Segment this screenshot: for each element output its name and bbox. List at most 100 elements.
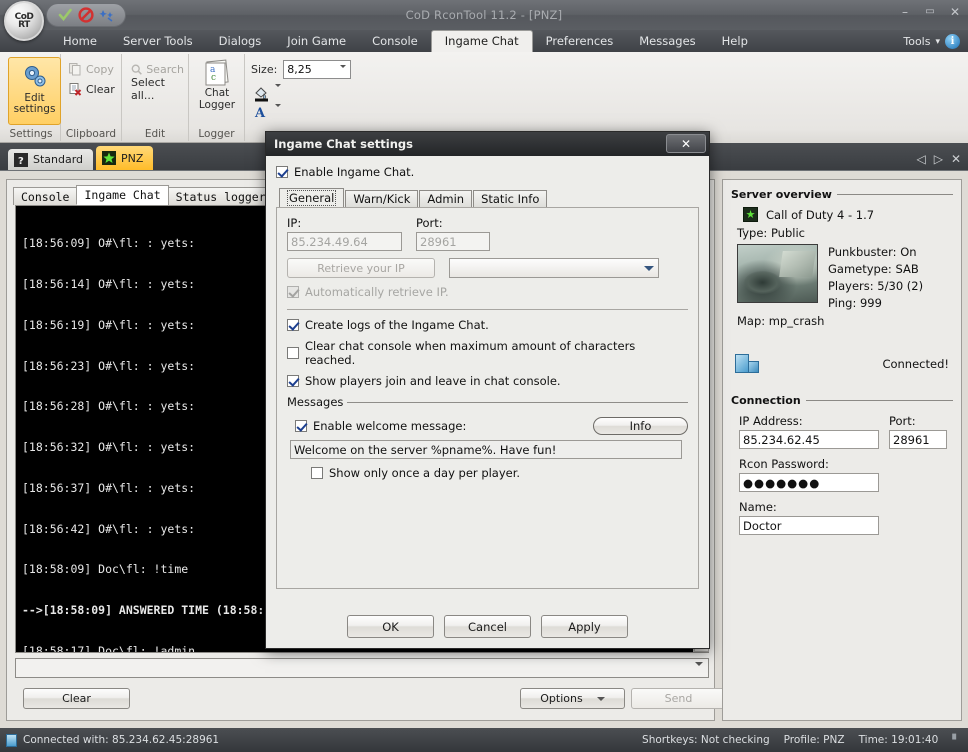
nav-prev-icon[interactable]: ◁: [916, 152, 925, 166]
ip-address-label: IP Address:: [739, 414, 803, 428]
ribbon-tab-dialogs[interactable]: Dialogs: [206, 31, 275, 52]
svg-text:?: ?: [18, 156, 24, 167]
profile-tab-standard-label: Standard: [33, 153, 84, 166]
dialog-tab-warn-kick[interactable]: Warn/Kick: [345, 190, 419, 208]
rcon-password-field[interactable]: ●●●●●●●: [739, 473, 879, 492]
ribbon-empty-area: [358, 52, 968, 143]
ribbon-tab-help[interactable]: Help: [709, 31, 761, 52]
chevron-down-icon: [640, 260, 657, 276]
dialog-tab-static-info[interactable]: Static Info: [473, 190, 548, 208]
ribbon-tab-preferences[interactable]: Preferences: [533, 31, 627, 52]
clear-clipboard-button[interactable]: Clear: [65, 79, 117, 99]
gear-icon: [24, 66, 45, 87]
chevron-down-icon[interactable]: [275, 104, 281, 120]
nav-next-icon[interactable]: ▷: [934, 152, 943, 166]
dialog-port-field[interactable]: 28961: [416, 232, 490, 251]
font-size-label: Size:: [251, 63, 278, 76]
ribbon-tab-bar: Home Server Tools Dialogs Join Game Cons…: [0, 30, 968, 52]
once-a-day-row[interactable]: Show only once a day per player.: [287, 466, 688, 480]
ribbon-group-clipboard: Copy Clear Clipboard: [61, 54, 122, 141]
options-button[interactable]: Options: [520, 688, 625, 709]
sparkle-icon[interactable]: [99, 7, 115, 23]
port-field[interactable]: 28961: [889, 430, 947, 449]
chevron-down-icon[interactable]: [695, 662, 703, 679]
chat-logger-line2: Logger: [198, 98, 236, 111]
options-label: Options: [540, 692, 583, 705]
subtab-console[interactable]: Console: [13, 187, 78, 205]
info-icon[interactable]: i: [945, 34, 960, 49]
create-logs-row[interactable]: Create logs of the Ingame Chat.: [287, 318, 688, 332]
show-join-leave-row[interactable]: Show players join and leave in chat cons…: [287, 374, 688, 388]
font-size-combo[interactable]: 8,25: [283, 60, 352, 81]
chat-input[interactable]: [15, 658, 709, 679]
enable-ingame-chat-row[interactable]: Enable Ingame Chat.: [276, 165, 699, 179]
show-join-leave-checkbox[interactable]: [287, 375, 299, 387]
ribbon-tab-join-game[interactable]: Join Game: [274, 31, 359, 52]
check-icon[interactable]: [57, 7, 73, 23]
dialog-close-button[interactable]: ✕: [666, 134, 706, 153]
subtab-ingame-chat[interactable]: Ingame Chat: [76, 185, 169, 205]
resize-grip-icon[interactable]: ▘: [952, 735, 960, 746]
edit-settings-button[interactable]: Edit settings: [8, 57, 61, 125]
welcome-message-field[interactable]: Welcome on the server %pname%. Have fun!: [290, 440, 682, 459]
ribbon-tab-messages[interactable]: Messages: [626, 31, 708, 52]
dialog-tab-admin[interactable]: Admin: [419, 190, 473, 208]
copy-icon: [69, 63, 81, 76]
search-label: Search: [146, 62, 184, 76]
edit-settings-label: Edit settings: [14, 93, 56, 115]
divider: [836, 194, 953, 195]
ok-button[interactable]: OK: [347, 615, 434, 638]
font-color-icon[interactable]: A: [253, 105, 270, 122]
show-join-leave-label: Show players join and leave in chat cons…: [305, 374, 561, 388]
clear-console-label: Clear chat console when maximum amount o…: [305, 339, 636, 367]
enable-ingame-chat-checkbox[interactable]: [276, 166, 288, 178]
block-icon[interactable]: [78, 7, 94, 23]
clear-button[interactable]: Clear: [23, 688, 130, 709]
app-logo-orb[interactable]: CoD RT: [4, 1, 44, 41]
create-logs-checkbox[interactable]: [287, 319, 299, 331]
once-a-day-checkbox[interactable]: [311, 467, 323, 479]
auto-retrieve-ip-label: Automatically retrieve IP.: [305, 285, 449, 299]
close-icon[interactable]: ✕: [948, 6, 962, 18]
minimize-icon[interactable]: –: [898, 6, 912, 18]
connected-with-label: Connected with: 85.234.62.45:28961: [23, 734, 220, 746]
name-field[interactable]: Doctor: [739, 516, 879, 535]
info-button[interactable]: Info: [593, 417, 688, 435]
ip-address-field[interactable]: 85.234.62.45: [739, 430, 879, 449]
connection-title: Connection: [731, 394, 801, 407]
players-label: Players: 5/30 (2): [828, 279, 924, 293]
maximize-icon[interactable]: ▭: [923, 6, 937, 18]
gametype-label: Gametype: SAB: [828, 262, 919, 276]
profile-tab-pnz[interactable]: PNZ: [96, 146, 154, 170]
messages-group-header: Messages: [287, 395, 688, 409]
dialog-ip-field[interactable]: 85.234.49.64: [287, 232, 402, 251]
fill-color-icon[interactable]: [253, 85, 270, 102]
chat-logger-button[interactable]: a c Chat Logger: [189, 58, 245, 111]
chevron-down-icon[interactable]: [275, 84, 281, 100]
select-all-button[interactable]: Select all...: [128, 76, 184, 102]
clear-console-checkbox[interactable]: [287, 347, 299, 359]
punkbuster-label: Punkbuster: On: [828, 245, 917, 259]
dialog-tab-general[interactable]: General: [279, 188, 345, 208]
ribbon-tab-home[interactable]: Home: [50, 31, 110, 52]
ribbon-tab-server-tools[interactable]: Server Tools: [110, 31, 206, 52]
map-label: Map: mp_crash: [737, 314, 825, 328]
ribbon-tab-console[interactable]: Console: [359, 31, 431, 52]
ip-source-combo[interactable]: [449, 258, 659, 278]
apply-button[interactable]: Apply: [541, 615, 628, 638]
nav-close-icon[interactable]: ✕: [951, 152, 961, 166]
profile-tab-standard[interactable]: ? Standard: [8, 149, 94, 170]
subtab-status-logger[interactable]: Status logger: [167, 187, 274, 205]
cancel-button[interactable]: Cancel: [444, 615, 531, 638]
enable-welcome-row[interactable]: Enable welcome message:: [295, 419, 466, 433]
edit-settings-line2: settings: [13, 103, 56, 115]
cod-game-icon: ★: [743, 207, 758, 222]
send-button: Send: [631, 688, 726, 709]
status-left: Connected with: 85.234.62.45:28961: [0, 733, 220, 747]
ribbon-tab-ingame-chat[interactable]: Ingame Chat: [430, 30, 533, 52]
tools-menu[interactable]: Tools ▾ i: [903, 31, 968, 52]
clear-console-row[interactable]: Clear chat console when maximum amount o…: [287, 339, 688, 367]
profile-tab-pnz-label: PNZ: [121, 151, 144, 165]
enable-welcome-checkbox[interactable]: [295, 420, 307, 432]
map-thumbnail: [737, 244, 818, 303]
